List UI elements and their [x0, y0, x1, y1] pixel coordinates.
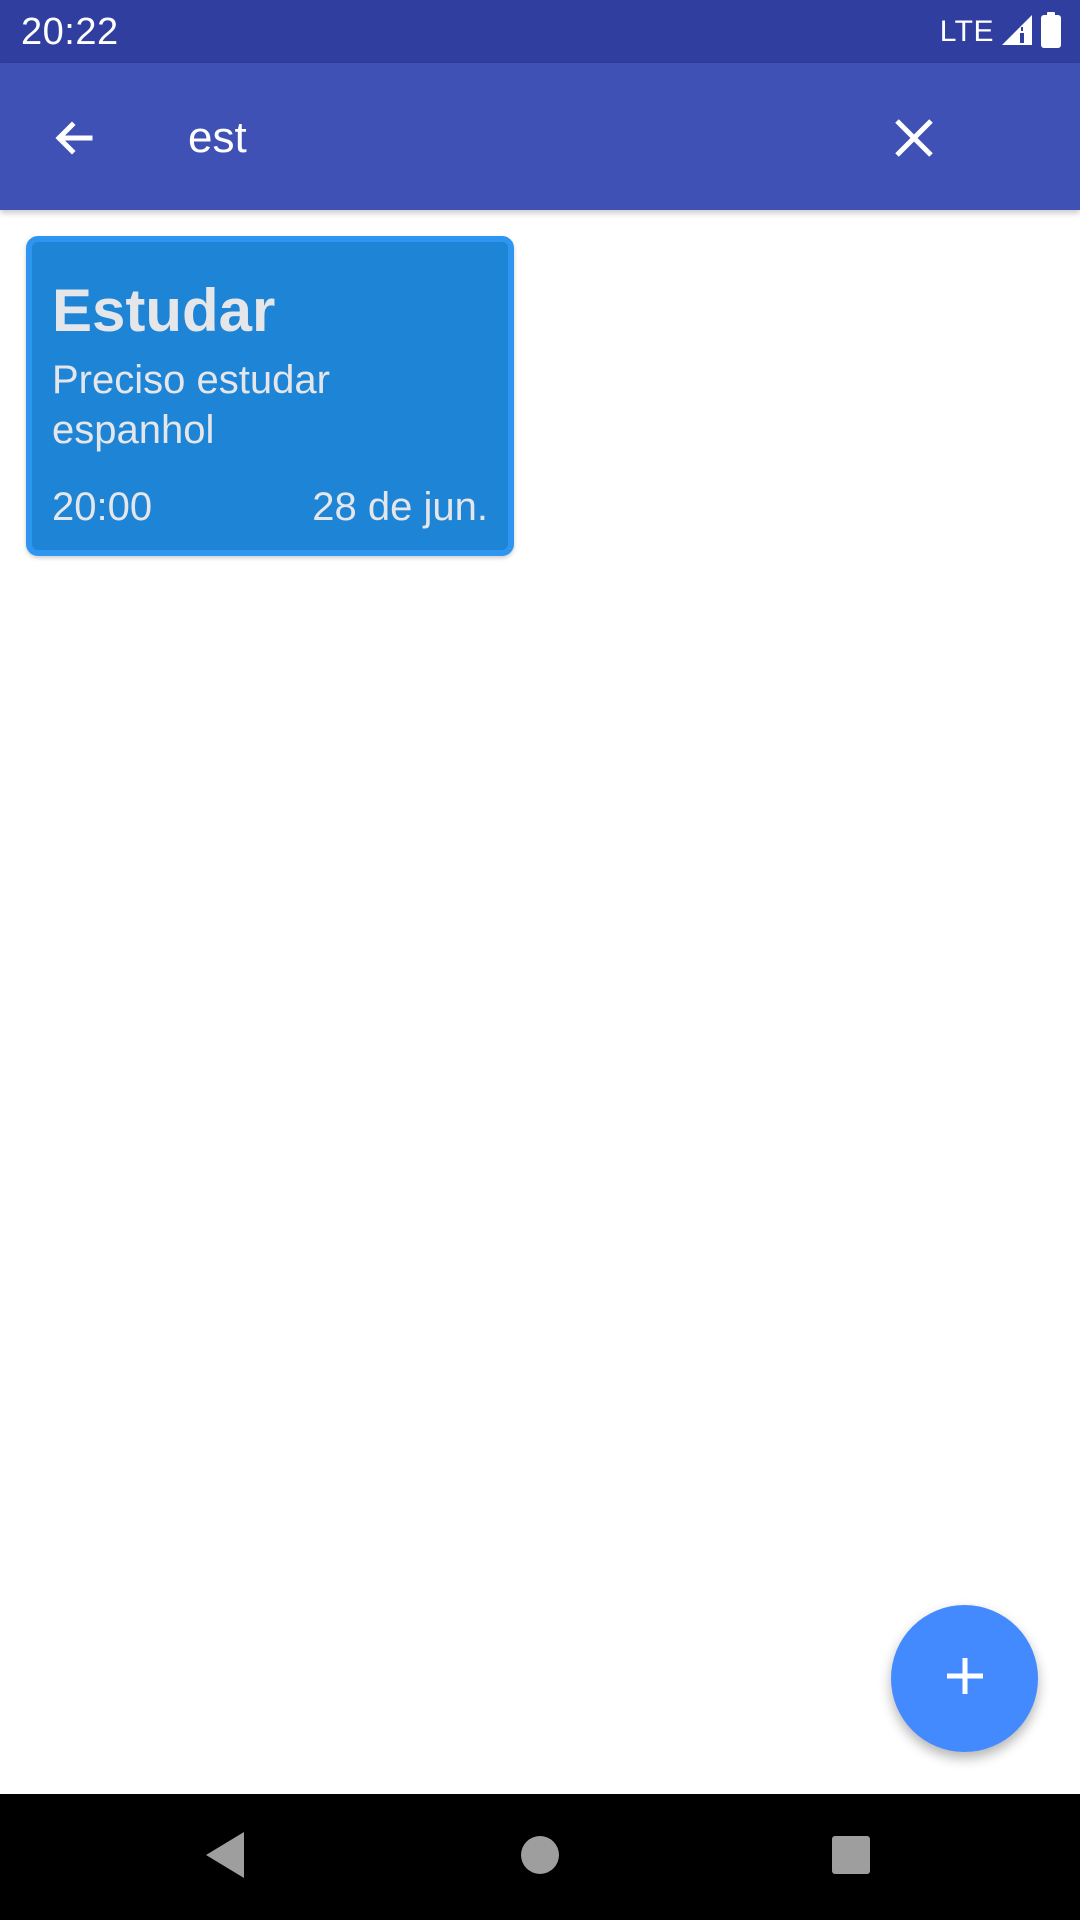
add-note-button[interactable]	[891, 1605, 1038, 1752]
note-time: 20:00	[52, 485, 153, 529]
nav-home-button[interactable]	[507, 1824, 573, 1890]
note-body: Preciso estudar espanhol	[52, 358, 330, 452]
screen: 20:22 LTE est Estudar Preciso estudar es…	[0, 0, 1080, 1920]
signal-icon	[1000, 13, 1034, 52]
nav-recents-button[interactable]	[818, 1824, 884, 1890]
plus-icon	[943, 1654, 987, 1703]
network-type: LTE	[939, 15, 994, 48]
recents-square-icon	[830, 1834, 872, 1881]
arrow-back-icon	[50, 114, 98, 167]
status-bar: 20:22 LTE	[0, 0, 1080, 63]
home-circle-icon	[519, 1834, 561, 1881]
back-button[interactable]	[34, 100, 114, 180]
note-card[interactable]: Estudar Preciso estudar espanhol 20:00 2…	[26, 236, 514, 556]
navigation-bar	[0, 1794, 1080, 1920]
close-icon	[893, 117, 935, 164]
back-triangle-icon	[202, 1830, 248, 1885]
note-date: 28 de jun.	[312, 485, 488, 529]
status-icons: LTE	[939, 11, 1062, 53]
search-toolbar	[0, 63, 1080, 210]
status-time: 20:22	[21, 11, 119, 53]
clear-search-button[interactable]	[874, 100, 954, 180]
nav-back-button[interactable]	[192, 1824, 258, 1890]
search-input[interactable]	[188, 103, 838, 173]
battery-icon	[1040, 11, 1062, 53]
note-title: Estudar	[52, 277, 276, 344]
